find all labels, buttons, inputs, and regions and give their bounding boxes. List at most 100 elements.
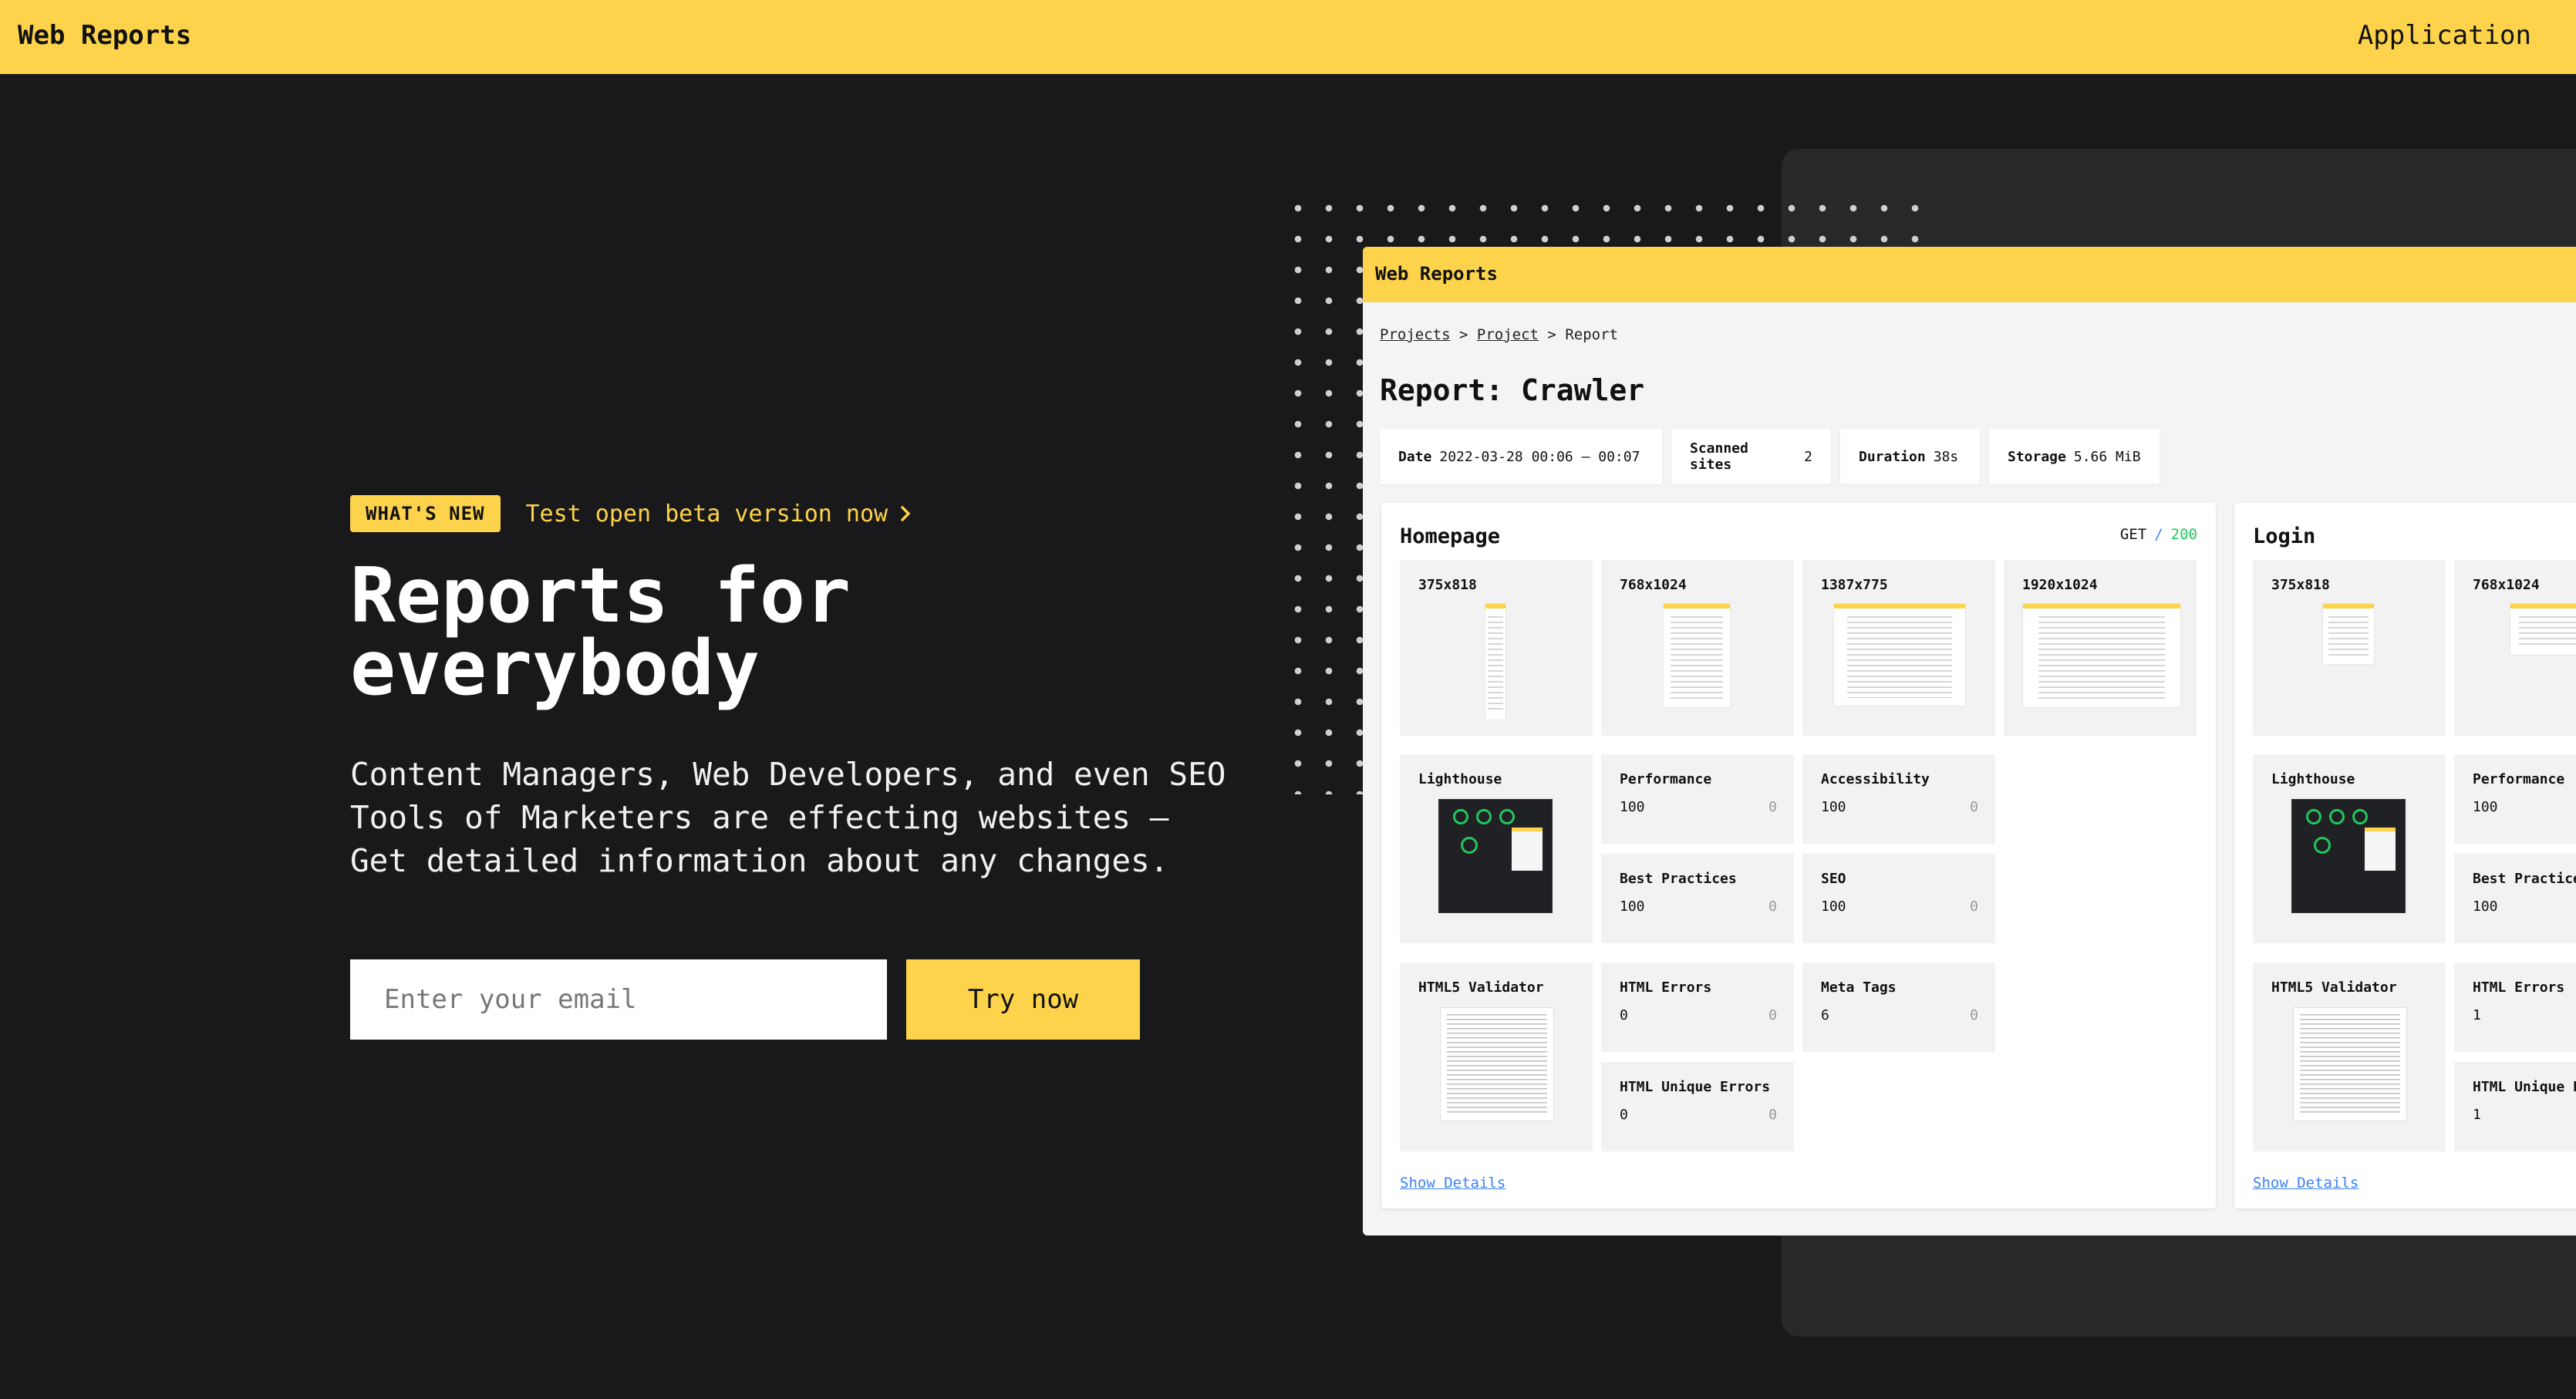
page-card-title: Homepage (1400, 524, 1501, 548)
stat-value: 38s (1933, 448, 1959, 465)
metric-value: 100 (2473, 799, 2498, 815)
breadcrumb-project[interactable]: Project (1477, 326, 1539, 343)
lighthouse-label: Lighthouse (1418, 771, 1502, 787)
metric-diff: 0 (1970, 1007, 1978, 1023)
screenshot-thumbnail (1663, 603, 1731, 708)
screenshot-tile[interactable]: 375x818 (1400, 560, 1593, 736)
request-status: GET/200 (2119, 526, 2197, 543)
report-stats: Date 2022-03-28 00:06 – 00:07 Scanned si… (1380, 429, 2160, 484)
viewport-label: 768x1024 (1620, 577, 1687, 593)
chevron-right-icon (901, 506, 910, 521)
stat-scanned-sites: Scanned sites 2 (1671, 429, 1831, 484)
beta-link[interactable]: Test open beta version now (526, 501, 912, 528)
viewport-label: 1920x1024 (2022, 577, 2098, 593)
metric-diff: 0 (1768, 898, 1777, 915)
lighthouse-thumbnail (2291, 799, 2406, 913)
report-title: Report: Crawler (1380, 373, 1645, 407)
metric-tile: Accessibility 100 0 (1802, 754, 1995, 844)
show-details-link[interactable]: Show Details (2253, 1175, 2359, 1192)
validator-tile[interactable]: HTML5 Validator (2253, 962, 2446, 1151)
metric-label: SEO (1821, 871, 1846, 887)
breadcrumb-report: Report (1565, 326, 1618, 343)
metric-label: Performance (2473, 771, 2565, 787)
metric-label: HTML Errors (2473, 979, 2565, 996)
page-card-login: Login 375x818 768x1024 Lighthouse Perfor… (2234, 503, 2576, 1209)
whats-new-banner: WHAT'S NEW Test open beta version now (350, 495, 911, 532)
top-nav: Web Reports Application (0, 0, 2576, 74)
preview-brand: Web Reports (1375, 263, 1498, 285)
metric-tile: HTML Errors 0 0 (1601, 962, 1794, 1052)
subtext-line-1: Content Managers, Web Developers, and ev… (350, 756, 1226, 793)
stat-storage: Storage 5.66 MiB (1989, 429, 2160, 484)
lighthouse-label: Lighthouse (2271, 771, 2355, 787)
metric-value: 100 (1620, 898, 1645, 915)
screenshot-thumbnail (1833, 603, 1966, 706)
metric-label: Best Practices (1620, 871, 1737, 887)
screenshot-tile[interactable]: 1920x1024 (2004, 560, 2197, 736)
hero-headline: Reports for everybody (350, 558, 1199, 706)
viewport-label: 375x818 (1418, 577, 1477, 593)
screenshot-tile[interactable]: 1387x775 (1802, 560, 1995, 736)
brand-logo[interactable]: Web Reports (18, 20, 191, 51)
lighthouse-tile[interactable]: Lighthouse (2253, 754, 2446, 943)
metric-value: 1 (2473, 1107, 2481, 1123)
stat-value: 5.66 MiB (2073, 448, 2141, 465)
screenshot-tile[interactable]: 768x1024 (1601, 560, 1794, 736)
headline-line-2: everybody (350, 625, 760, 713)
metric-label: Best Practice (2473, 871, 2576, 887)
validator-tile[interactable]: HTML5 Validator (1400, 962, 1593, 1151)
beta-link-label: Test open beta version now (525, 500, 888, 528)
metric-tile: Performance 100 0 (1601, 754, 1794, 844)
metric-value: 100 (1620, 799, 1645, 815)
viewport-label: 768x1024 (2473, 577, 2540, 593)
stat-value: 2 (1804, 448, 1812, 465)
subtext-line-3: Get detailed information about any chang… (350, 842, 1169, 879)
screenshot-thumbnail (1485, 603, 1506, 720)
metric-label: Accessibility (1821, 771, 1930, 787)
metric-value: 0 (1620, 1007, 1628, 1023)
metric-tile: SEO 100 0 (1802, 854, 1995, 943)
metric-value: 0 (1620, 1107, 1628, 1123)
metric-label: Meta Tags (1821, 979, 1897, 996)
metric-tile: Best Practice 100 (2454, 854, 2576, 943)
page-card-homepage: Homepage GET/200 375x818 768x1024 1387x7… (1381, 503, 2216, 1209)
metric-tile: Meta Tags 6 0 (1802, 962, 1995, 1052)
stat-date: Date 2022-03-28 00:06 – 00:07 (1380, 429, 1662, 484)
show-details-link[interactable]: Show Details (1400, 1175, 1505, 1192)
stat-label: Storage (2008, 448, 2066, 465)
lighthouse-thumbnail (1438, 799, 1553, 913)
stat-label: Scanned sites (1690, 440, 1748, 473)
metric-label: HTML Unique E (2473, 1079, 2576, 1095)
metric-diff: 0 (1970, 898, 1978, 915)
stat-duration: Duration 38s (1840, 429, 1980, 484)
validator-thumbnail (2293, 1007, 2407, 1121)
screenshot-tile[interactable]: 768x1024 (2454, 560, 2576, 736)
metric-value: 100 (1821, 799, 1846, 815)
screenshot-tile[interactable]: 375x818 (2253, 560, 2446, 736)
metric-value: 100 (1821, 898, 1846, 915)
metric-value: 100 (2473, 898, 2498, 915)
http-method: GET (2119, 526, 2147, 543)
whats-new-badge: WHAT'S NEW (350, 495, 501, 532)
screenshot-thumbnail (2322, 603, 2375, 665)
application-link[interactable]: Application (2358, 20, 2531, 51)
metric-value: 1 (2473, 1007, 2481, 1023)
breadcrumb-separator: > (1458, 326, 1468, 343)
breadcrumb-projects[interactable]: Projects (1380, 326, 1451, 343)
viewport-label: 1387x775 (1821, 577, 1888, 593)
page-card-title: Login (2253, 524, 2316, 548)
email-input[interactable] (350, 959, 887, 1040)
try-now-button[interactable]: Try now (906, 959, 1140, 1040)
metric-tile: HTML Unique Errors 0 0 (1601, 1062, 1794, 1151)
metric-tile: Best Practices 100 0 (1601, 854, 1794, 943)
preview-header: Web Reports (1363, 247, 2576, 302)
screenshot-thumbnail (2510, 603, 2576, 656)
metric-tile: HTML Errors 1 (2454, 962, 2576, 1052)
breadcrumb-separator: > (1547, 326, 1556, 343)
stat-value: 2022-03-28 00:06 – 00:07 (1439, 448, 1640, 465)
subtext-line-2: Tools of Marketers are effecting website… (350, 799, 1169, 836)
metric-value: 6 (1821, 1007, 1829, 1023)
lighthouse-tile[interactable]: Lighthouse (1400, 754, 1593, 943)
screenshot-thumbnail (2022, 603, 2181, 708)
hero-subtext: Content Managers, Web Developers, and ev… (350, 753, 1237, 882)
